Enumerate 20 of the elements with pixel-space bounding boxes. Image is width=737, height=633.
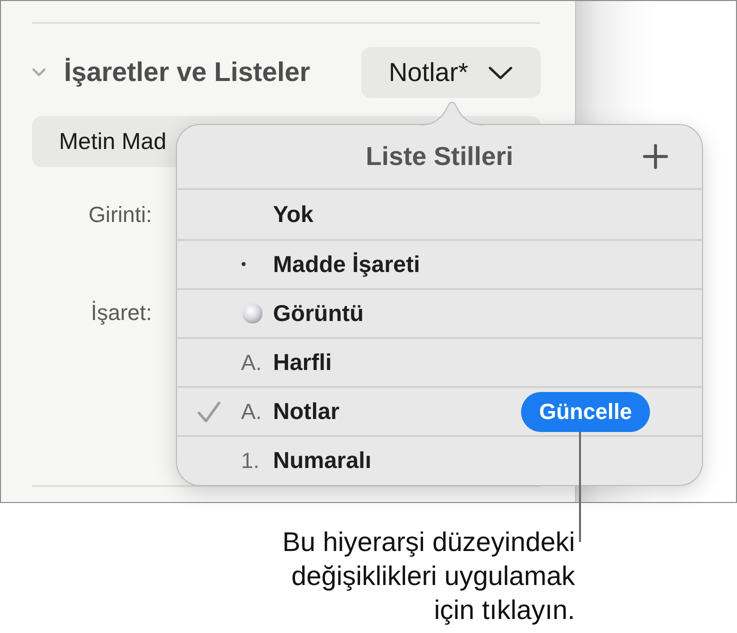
- list-marker: 1.: [240, 448, 260, 474]
- callout-text: Bu hiyerarşi düzeyindeki değişiklikleri uygulamak için tıklayın.: [282, 526, 575, 627]
- plus-icon[interactable]: [643, 144, 668, 169]
- list-style-option[interactable]: Yok: [273, 201, 314, 228]
- field-label: İşaret:: [90, 299, 152, 327]
- update-button[interactable]: Güncelle: [521, 392, 650, 432]
- list-marker: A.: [240, 350, 262, 376]
- bullet-marker: •: [240, 256, 246, 273]
- chevron-down-icon: [488, 64, 514, 80]
- list-style-option[interactable]: Madde İşareti: [273, 251, 420, 278]
- list-style-option[interactable]: Görüntü: [273, 300, 364, 327]
- list-style-option[interactable]: Harfli: [273, 349, 332, 376]
- sphere-icon: [242, 303, 263, 324]
- field-label: Girinti:: [87, 201, 152, 229]
- section-title: İşaretler ve Listeler: [64, 57, 310, 88]
- list-style-option[interactable]: Numaralı: [273, 447, 372, 474]
- list-style-option[interactable]: Notlar: [273, 398, 340, 425]
- list-marker: A.: [240, 398, 262, 424]
- popover-title: Liste Stilleri: [366, 141, 514, 172]
- list-style-button[interactable]: Notlar*: [361, 47, 541, 98]
